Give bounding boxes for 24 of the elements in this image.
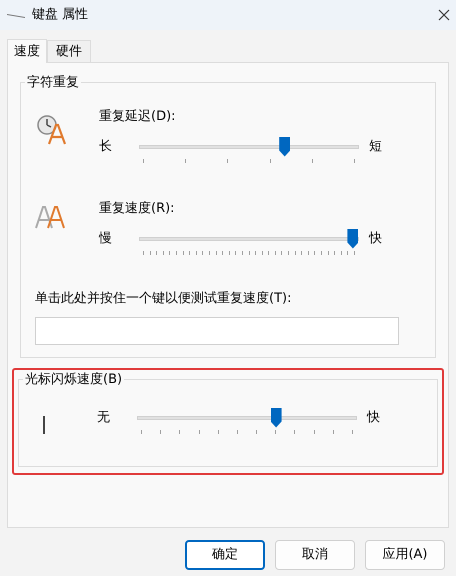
tab[interactable]: 硬件 xyxy=(47,40,91,62)
test-label: 单击此处并按住一个键以便测试重复速度(T): xyxy=(35,290,292,308)
slider-max-label: 快 xyxy=(369,230,382,248)
cursor-icon xyxy=(43,416,45,434)
slider-max-label: 短 xyxy=(369,138,382,156)
slider-thumb[interactable] xyxy=(270,408,282,428)
dialog-button[interactable]: 取消 xyxy=(275,540,355,570)
slider-min-label: 无 xyxy=(97,408,111,426)
slider-max-label: 快 xyxy=(367,408,380,426)
dialog-button[interactable]: 应用(A) xyxy=(365,540,445,570)
slider-min-label: 慢 xyxy=(99,230,113,248)
test-field[interactable] xyxy=(35,316,399,344)
slider-thumb[interactable] xyxy=(279,136,290,156)
keyboard-icon xyxy=(6,11,26,19)
dialog-button[interactable]: 确定 xyxy=(185,540,265,570)
close-icon[interactable] xyxy=(438,9,450,21)
slider-label: 重复速度(R): xyxy=(99,200,176,218)
window-title: 键盘 属性 xyxy=(32,6,88,24)
slider-thumb[interactable] xyxy=(347,228,358,248)
tab[interactable]: 速度 xyxy=(7,39,47,63)
slider-min-label: 长 xyxy=(99,138,113,156)
slider-label: 重复延迟(D): xyxy=(99,108,177,126)
letters-icon xyxy=(35,205,67,229)
clock-letter-icon xyxy=(35,113,67,145)
